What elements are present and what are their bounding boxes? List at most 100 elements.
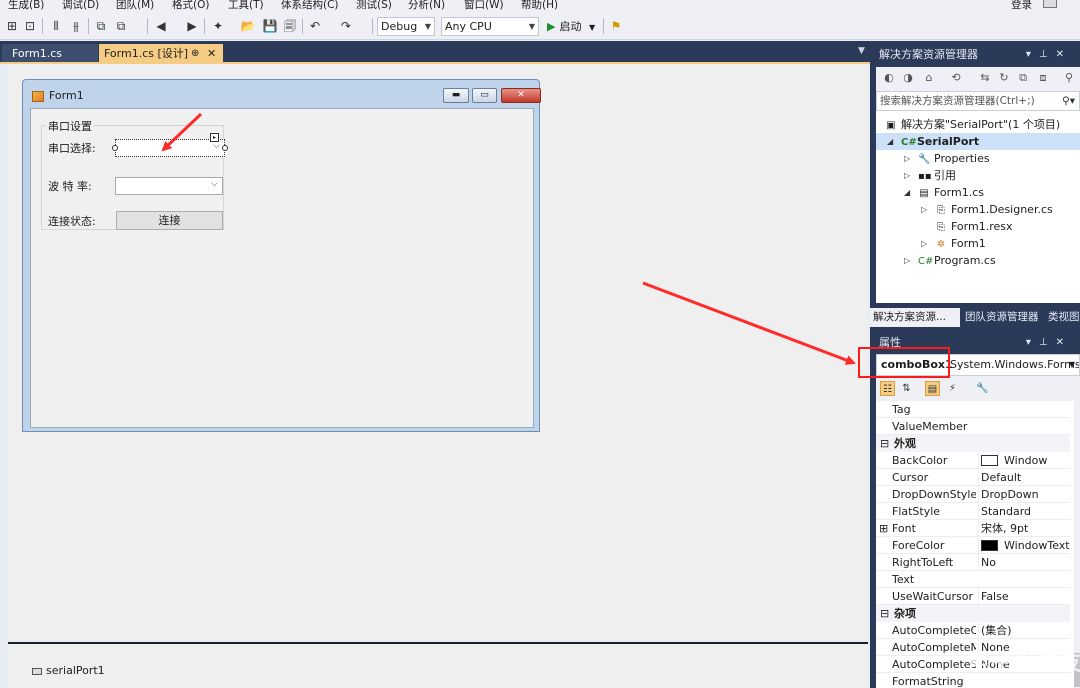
property-value[interactable]: False xyxy=(978,588,1070,605)
property-row[interactable]: FlatStyle Standard xyxy=(876,503,1070,520)
menu-window[interactable]: 窗口(W) xyxy=(464,0,504,12)
show-all-files-icon[interactable]: ⧈ xyxy=(1036,71,1050,85)
login-link[interactable]: 登录 xyxy=(1011,0,1032,12)
solution-search-input[interactable]: 搜索解决方案资源管理器(Ctrl+;) ⚲▾ xyxy=(876,91,1080,111)
open-file-icon[interactable]: 📂 xyxy=(240,18,256,34)
tab-form1-cs[interactable]: Form1.cs xyxy=(2,44,98,64)
menu-team[interactable]: 团队(M) xyxy=(116,0,154,12)
property-row[interactable]: ⊞ Font 宋体, 9pt xyxy=(876,520,1070,537)
property-value[interactable]: Window xyxy=(978,452,1070,469)
minimize-button[interactable]: ▬ xyxy=(443,88,469,103)
events-icon[interactable]: ⚡ xyxy=(945,381,960,396)
tree-node-resx[interactable]: ⎘ Form1.resx xyxy=(935,218,1013,235)
form1-client-area[interactable]: 串口设置 串口选择: ⌵ ▸ 波 特 率: ⌵ 连接状态: 连接 xyxy=(30,108,534,428)
tab-class-view[interactable]: 类视图 xyxy=(1045,308,1080,327)
panel-controls[interactable]: ▾⊥✕ xyxy=(1026,45,1072,65)
property-row[interactable]: Cursor Default xyxy=(876,469,1070,486)
menu-analyze[interactable]: 分析(N) xyxy=(408,0,445,12)
categorized-icon[interactable]: ☷ xyxy=(880,381,895,396)
tree-node-form1cs[interactable]: ◢ ▤ Form1.cs xyxy=(904,184,984,201)
properties-view-icon[interactable]: ▤ xyxy=(925,381,940,396)
collapse-icon[interactable]: ◢ xyxy=(904,184,910,201)
menu-tools[interactable]: 工具(T) xyxy=(228,0,264,12)
smart-tag-icon[interactable]: ▸ xyxy=(210,133,219,142)
property-row[interactable]: ForeColor WindowText xyxy=(876,537,1070,554)
back-icon[interactable]: ◐ xyxy=(882,71,896,85)
close-tab-icon[interactable]: ✕ xyxy=(207,44,216,64)
property-row[interactable]: BackColor Window xyxy=(876,452,1070,469)
maximize-button[interactable]: ▭ xyxy=(472,88,497,103)
find-icon[interactable]: ⚑ xyxy=(608,18,624,34)
property-row[interactable]: AutoCompleteC (集合) xyxy=(876,622,1070,639)
start-button[interactable]: ▶ 启动 ▼ xyxy=(547,18,595,35)
pin-icon[interactable]: ⊕ xyxy=(191,44,199,64)
menu-build[interactable]: 生成(B) xyxy=(8,0,44,12)
property-row[interactable]: RightToLeft No xyxy=(876,554,1070,571)
baud-combobox[interactable]: ⌵ xyxy=(115,177,223,195)
resize-handle-left[interactable] xyxy=(112,145,118,151)
property-row[interactable]: ValueMember xyxy=(876,418,1070,435)
send-back-icon[interactable]: ⧉ xyxy=(113,18,129,34)
property-row[interactable]: Text xyxy=(876,571,1070,588)
property-category[interactable]: ⊟ 外观 xyxy=(876,435,1070,452)
collapse-icon[interactable]: ⊟ xyxy=(880,605,889,622)
property-value[interactable]: Default xyxy=(978,469,1070,486)
tree-node-references[interactable]: ▷ ▪▪ 引用 xyxy=(904,167,956,184)
expand-icon[interactable]: ▷ xyxy=(904,150,910,167)
tree-node-project[interactable]: ◢ C#SerialPort xyxy=(876,133,1080,150)
property-category[interactable]: ⊟ 杂项 xyxy=(876,605,1070,622)
property-value[interactable]: 宋体, 9pt xyxy=(978,520,1070,537)
platform-select[interactable]: Any CPU ▼ xyxy=(441,17,539,36)
alphabetical-icon[interactable]: ⇅ xyxy=(899,381,914,396)
collapse-icon[interactable]: ◢ xyxy=(887,133,893,150)
property-value[interactable]: WindowText xyxy=(978,537,1070,554)
save-icon[interactable]: 💾 xyxy=(262,18,278,34)
close-button[interactable]: ✕ xyxy=(501,88,541,103)
menu-format[interactable]: 格式(O) xyxy=(172,0,209,12)
properties-icon[interactable]: ⚲ xyxy=(1062,71,1076,85)
expand-icon[interactable]: ▷ xyxy=(904,252,910,269)
property-row[interactable]: DropDownStyle DropDown xyxy=(876,486,1070,503)
layout-icon[interactable]: ⊡ xyxy=(22,18,38,34)
menu-test[interactable]: 测试(S) xyxy=(356,0,392,12)
menu-debug[interactable]: 调试(D) xyxy=(62,0,99,12)
align-left-icon[interactable]: ⫴ xyxy=(48,18,64,34)
tree-node-program[interactable]: ▷ C#Program.cs xyxy=(904,252,996,269)
tree-node-properties[interactable]: ▷ 🔧 Properties xyxy=(904,150,990,167)
tab-list-dropdown-icon[interactable]: ▼ xyxy=(858,46,865,56)
port-combobox[interactable]: ⌵ xyxy=(115,139,225,157)
tab-form1-designer[interactable]: Form1.cs [设计] ⊕ ✕ xyxy=(99,44,223,64)
resize-handle-right[interactable] xyxy=(222,145,228,151)
tab-solution-explorer[interactable]: 解决方案资源... xyxy=(870,308,960,327)
collapse-icon[interactable]: ⊟ xyxy=(880,435,889,452)
sync-icon[interactable]: ⇆ xyxy=(978,71,992,85)
expand-icon[interactable]: ▷ xyxy=(904,167,910,184)
navigate-forward-icon[interactable]: ▶ xyxy=(184,18,200,34)
tab-team-explorer[interactable]: 团队资源管理器 xyxy=(962,308,1044,327)
property-value[interactable]: (集合) xyxy=(978,622,1070,639)
property-row[interactable]: UseWaitCursor False xyxy=(876,588,1070,605)
tree-node-designer[interactable]: ▷ ⎘ Form1.Designer.cs xyxy=(921,201,1053,218)
property-value[interactable]: Standard xyxy=(978,503,1070,520)
expand-icon[interactable]: ▷ xyxy=(921,201,927,218)
property-pages-icon[interactable]: 🔧 xyxy=(975,381,990,396)
bring-front-icon[interactable]: ⧉ xyxy=(93,18,109,34)
solution-config-select[interactable]: Debug ▼ xyxy=(377,17,435,36)
new-project-icon[interactable]: ✦ xyxy=(210,18,226,34)
menu-help[interactable]: 帮助(H) xyxy=(521,0,558,12)
property-value[interactable]: DropDown xyxy=(978,486,1070,503)
connect-button[interactable]: 连接 xyxy=(116,211,223,230)
panel-controls[interactable]: ▾⊥✕ xyxy=(1026,333,1072,353)
refresh-icon[interactable]: ↻ xyxy=(997,71,1011,85)
property-value[interactable]: No xyxy=(978,554,1070,571)
serial-settings-groupbox[interactable]: 串口设置 串口选择: ⌵ ▸ 波 特 率: ⌵ 连接状态: 连接 xyxy=(41,118,228,230)
redo-icon[interactable]: ↷ xyxy=(338,18,354,34)
feedback-icon[interactable] xyxy=(1043,0,1057,8)
expand-icon[interactable]: ▷ xyxy=(921,235,927,252)
save-all-icon[interactable]: 🗐 xyxy=(282,18,298,34)
history-icon[interactable]: ⟲ xyxy=(949,71,963,85)
tree-node-form1-class[interactable]: ▷ ✲ Form1 xyxy=(921,235,986,252)
home-icon[interactable]: ⌂ xyxy=(922,71,936,85)
navigate-back-icon[interactable]: ◀ xyxy=(153,18,169,34)
collapse-all-icon[interactable]: ⧉ xyxy=(1016,71,1030,85)
